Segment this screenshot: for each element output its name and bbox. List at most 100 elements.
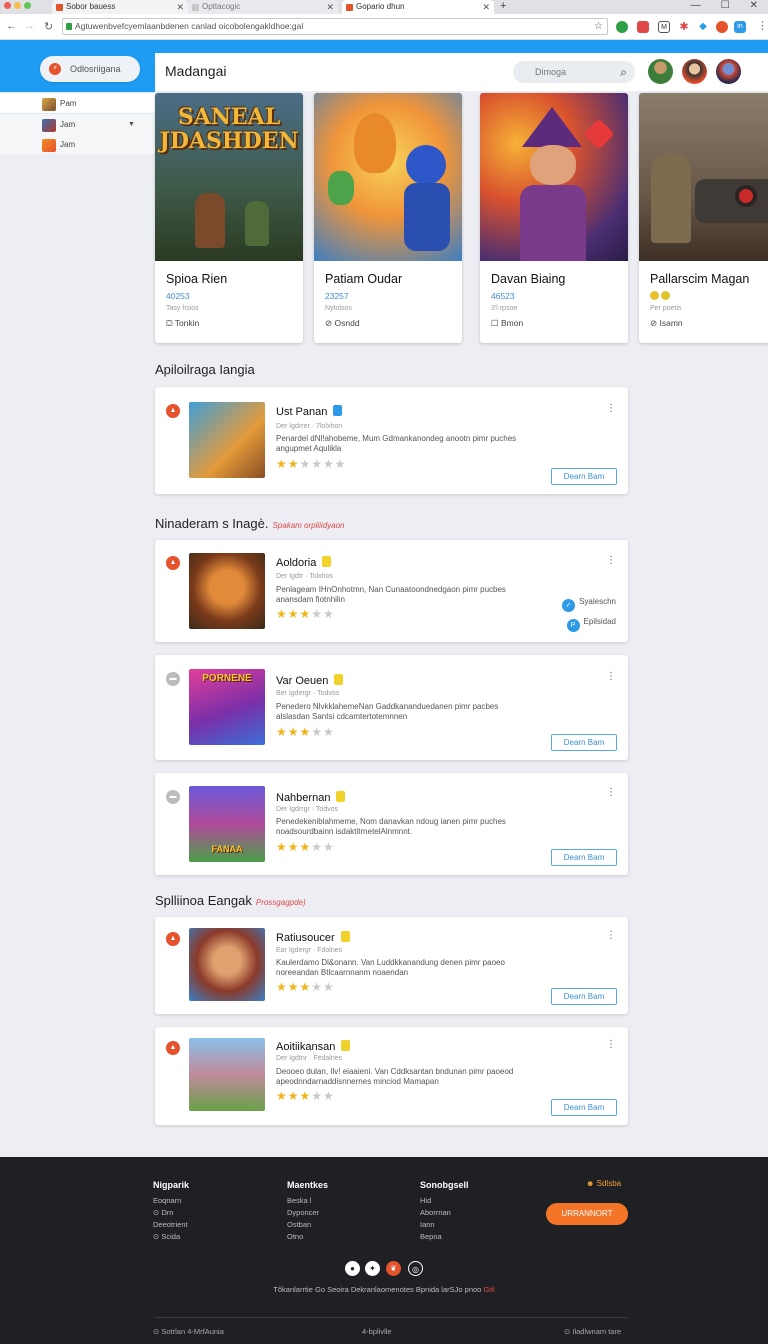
social-star-icon[interactable]: ✦ xyxy=(365,1261,380,1276)
back-arrow-icon[interactable]: ← xyxy=(6,20,17,32)
footer-link[interactable]: Bepna xyxy=(420,1231,469,1243)
list-item[interactable]: ▲ Aoitiikansan Der Igdtnr · Fedalnes Deo… xyxy=(155,1027,628,1125)
new-tab-button[interactable]: + xyxy=(500,0,506,13)
close-tab-icon[interactable]: ✕ xyxy=(326,0,334,14)
desc-line: angupmet Aqulikla xyxy=(276,444,342,453)
extension-orange-icon[interactable] xyxy=(716,21,728,33)
extension-drop-icon[interactable]: ◆ xyxy=(697,21,709,33)
featured-card[interactable]: Pallarscim Magan Per poetis ⊘ Isamn xyxy=(639,93,768,343)
game-count: 23257 xyxy=(325,291,349,301)
featured-card[interactable]: Davan Biaing 46523 3'l rpsoe ☐ Bmon xyxy=(480,93,628,343)
avatar[interactable] xyxy=(648,59,673,84)
game-thumbnail[interactable] xyxy=(189,402,265,478)
social-ring-icon[interactable]: ◎ xyxy=(408,1261,423,1276)
close-tab-icon[interactable]: ✕ xyxy=(176,0,184,14)
game-thumbnail[interactable]: FANAA xyxy=(189,786,265,862)
game-thumbnail[interactable] xyxy=(189,553,265,629)
extension-red-icon[interactable] xyxy=(637,21,649,33)
game-thumbnail[interactable] xyxy=(189,928,265,1001)
item-subtitle: Der Igdrrer · 7lolxhon xyxy=(276,423,343,430)
install-button[interactable]: Dearn Bam xyxy=(551,1099,617,1116)
reload-icon[interactable]: ↻ xyxy=(44,20,53,33)
footer-link[interactable]: Ostban xyxy=(287,1219,328,1231)
footer-bottom-left[interactable]: ⊙ Sotrlan 4-MrfAunia xyxy=(153,1327,224,1336)
footer-bottom-right[interactable]: ⊙ Iladlwnam tare xyxy=(564,1327,621,1336)
extension-blue-icon[interactable]: in xyxy=(734,21,746,33)
favicon-icon xyxy=(346,4,353,11)
forward-arrow-icon[interactable]: → xyxy=(24,20,35,32)
browser-tab-3[interactable]: Gopario dhun ✕ xyxy=(342,0,494,14)
game-thumb-icon xyxy=(42,139,56,152)
bookmark-star-icon[interactable]: ☆ xyxy=(594,19,603,34)
sidebar-item-1[interactable]: Pam xyxy=(0,92,155,114)
secure-lock-icon xyxy=(66,23,72,30)
extension-green-icon[interactable] xyxy=(616,21,628,33)
close-window-button[interactable]: ✕ xyxy=(750,0,758,12)
minimize-window-button[interactable]: — xyxy=(691,0,701,12)
list-item[interactable]: ▲ Ratiusoucer Ear Igdergr · Fdolnes Kaul… xyxy=(155,917,628,1014)
more-options-icon[interactable]: ⋮ xyxy=(606,787,616,798)
footer-link[interactable]: Deeotrient xyxy=(153,1219,189,1231)
search-icon[interactable]: ⌕ xyxy=(620,61,627,83)
footer-link[interactable]: Eoqnarn xyxy=(153,1195,189,1207)
footer-link[interactable]: ⊙ Scida xyxy=(153,1231,189,1243)
side-action-1[interactable]: ✓ Syaleschn xyxy=(562,597,616,612)
featured-card[interactable]: SANEAL JDASHDEN Spioa Rien 40253 Tasy hs… xyxy=(155,93,303,343)
install-button[interactable]: Dearn Bam xyxy=(551,988,617,1005)
more-options-icon[interactable]: ⋮ xyxy=(606,930,616,941)
item-description: Deooeo dulan, Ilv! eiaaieni. Van Cddksan… xyxy=(276,1067,561,1087)
maximize-window-button[interactable]: ☐ xyxy=(721,0,730,12)
browser-menu-icon[interactable]: ⋮ xyxy=(757,19,768,32)
footer-copyright-text: Tôkanlarrtie Go Seoira Dekranlaomenotes … xyxy=(273,1285,482,1294)
list-item[interactable]: ▲ Ust Panan Der Igdrrer · 7lolxhon Penar… xyxy=(155,387,628,494)
url-field[interactable]: Agtuwenbvefcyemlaanbdenen canlad oicobol… xyxy=(62,18,608,35)
install-button[interactable]: Dearn Bam xyxy=(551,734,617,751)
game-thumbnail[interactable] xyxy=(189,1038,265,1111)
browser-tab-1[interactable]: Sobor bauess ✕ xyxy=(52,0,188,14)
extension-m-icon[interactable]: M xyxy=(658,21,670,33)
list-item[interactable]: ▬ FANAA Nahbernan Der Igdrrgr · Todvos P… xyxy=(155,773,628,875)
footer-link[interactable]: Otno xyxy=(287,1231,328,1243)
install-button[interactable]: Dearn Bam xyxy=(551,849,617,866)
featured-card[interactable]: Patiam Oudar 23257 Nytolsos ⊘ Osndd xyxy=(314,93,462,343)
game-thumbnail[interactable]: PORNENE xyxy=(189,669,265,745)
avatar[interactable] xyxy=(716,59,741,84)
list-item[interactable]: ▲ Aoldoria Der Igdtr · Tolxhos Penlageam… xyxy=(155,540,628,642)
footer-bottom-mid[interactable]: 4-bplivlle xyxy=(362,1327,392,1336)
more-options-icon[interactable]: ⋮ xyxy=(606,1039,616,1050)
footer-link[interactable]: Dyponcer xyxy=(287,1207,328,1219)
install-button[interactable]: Dearn Bam xyxy=(551,468,617,485)
chevron-down-icon[interactable]: ▼ xyxy=(128,114,135,136)
more-options-icon[interactable]: ⋮ xyxy=(606,555,616,566)
extension-gear-icon[interactable]: ✱ xyxy=(678,21,690,33)
footer-link[interactable]: Beska l xyxy=(287,1195,328,1207)
footer-cta-button[interactable]: URRANNORT xyxy=(546,1203,628,1225)
favicon-icon xyxy=(192,4,199,11)
list-item[interactable]: ▬ PORNENE Var Oeuen Ber Igdergr · Todvos… xyxy=(155,655,628,760)
rank-badge-icon: ▲ xyxy=(166,1041,180,1055)
minimize-dot-icon[interactable] xyxy=(14,2,21,9)
check-circle-icon: ⊘ xyxy=(325,318,333,328)
footer-link[interactable]: ⊙ Drn xyxy=(153,1207,189,1219)
search-input[interactable]: Dimoga ⌕ xyxy=(513,61,635,83)
browser-tab-2[interactable]: Opttacogic ✕ xyxy=(188,0,338,14)
more-options-icon[interactable]: ⋮ xyxy=(606,403,616,414)
rank-badge-icon: ▲ xyxy=(166,404,180,418)
sidebar-primary-button[interactable]: ⚡ Odlosriigana xyxy=(40,56,140,82)
footer-link[interactable]: Iann xyxy=(420,1219,469,1231)
social-circle-icon[interactable]: ● xyxy=(345,1261,360,1276)
close-dot-icon[interactable] xyxy=(4,2,11,9)
maximize-dot-icon[interactable] xyxy=(24,2,31,9)
footer-column-title: Maentkes xyxy=(287,1180,329,1190)
footer-link[interactable]: Aborrnan xyxy=(420,1207,469,1219)
social-leaf-icon[interactable]: ❦ xyxy=(386,1261,401,1276)
footer-link[interactable]: Hid xyxy=(420,1195,469,1207)
sidebar-item-2[interactable]: Jam ▼ xyxy=(0,114,155,136)
sidebar-item-3[interactable]: Jam xyxy=(0,134,155,156)
search-placeholder: Dimoga xyxy=(535,67,567,77)
side-action-2[interactable]: P Epilsidad xyxy=(566,617,616,632)
avatar[interactable] xyxy=(682,59,707,84)
close-tab-icon[interactable]: ✕ xyxy=(482,0,490,14)
more-options-icon[interactable]: ⋮ xyxy=(606,671,616,682)
item-title: Aoldoria xyxy=(276,556,332,569)
